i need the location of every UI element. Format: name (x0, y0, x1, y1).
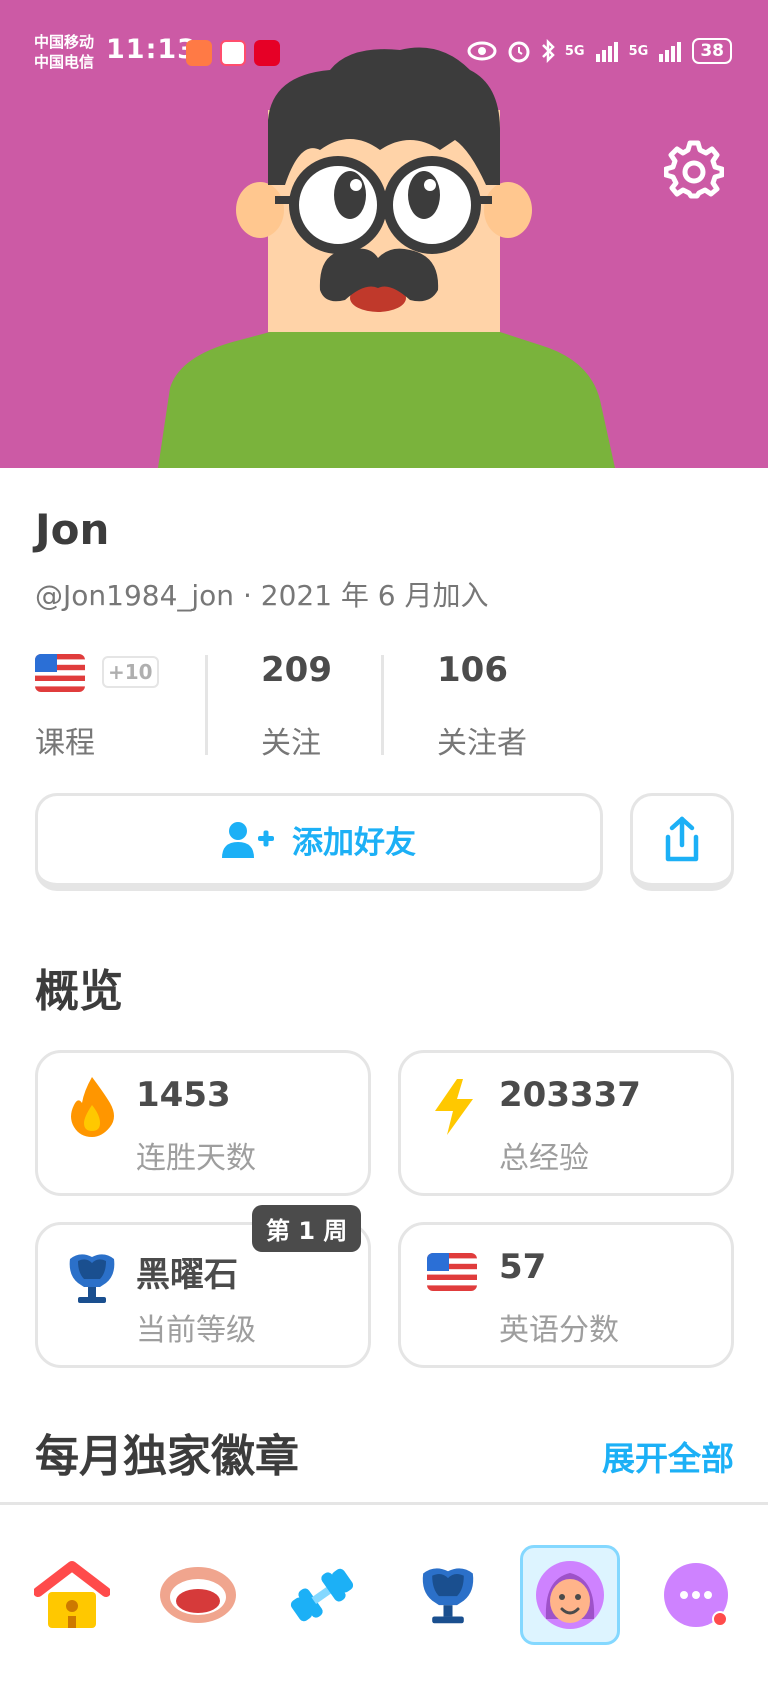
overview-title: 概览 (35, 966, 123, 1017)
share-button[interactable] (630, 793, 734, 891)
streak-label: 连胜天数 (136, 1141, 256, 1176)
us-flag-icon (427, 1253, 477, 1291)
notification-dot (712, 1611, 728, 1627)
carrier-1: 中国移动 (34, 33, 95, 51)
add-friend-label: 添加好友 (292, 825, 416, 861)
status-bar: 中国移动 中国电信 11:13 5G 5G 38 (0, 0, 768, 100)
followers-count: 106 (437, 650, 508, 690)
netease-music-icon (254, 40, 280, 66)
following-label: 关注 (261, 726, 321, 761)
followers-label: 关注者 (437, 726, 527, 761)
xp-value: 203337 (499, 1075, 641, 1115)
home-icon (34, 1561, 110, 1628)
streak-card: 1453 连胜天数 (35, 1050, 371, 1196)
profile-stats: +10 课程 209 关注 106 关注者 (35, 650, 735, 761)
league-value: 黑曜石 (136, 1255, 238, 1295)
profile-name: Jon (35, 505, 110, 554)
add-friend-button[interactable]: 添加好友 (35, 793, 603, 891)
tab-profile[interactable] (520, 1545, 620, 1645)
xp-card: 203337 总经验 (398, 1050, 734, 1196)
lightning-icon (435, 1079, 473, 1135)
network-label-1: 5G (564, 43, 585, 59)
english-score-value: 57 (499, 1247, 547, 1287)
add-user-icon (222, 821, 274, 858)
tab-speaking[interactable] (148, 1545, 248, 1645)
tab-home[interactable] (22, 1545, 122, 1645)
signal-icon-1 (595, 42, 618, 62)
fire-icon (71, 1077, 114, 1137)
stats-divider-1 (205, 655, 208, 755)
practice-icon (290, 1568, 354, 1622)
courses-extra-badge: +10 (102, 656, 159, 688)
english-score-card[interactable]: 57 英语分数 (398, 1222, 734, 1368)
xp-label: 总经验 (499, 1141, 589, 1176)
signal-icon-2 (659, 42, 682, 62)
tab-practice[interactable] (272, 1545, 372, 1645)
us-flag-icon (35, 654, 85, 692)
following-count: 209 (261, 650, 332, 690)
profile-icon (536, 1561, 604, 1629)
english-score-label: 英语分数 (499, 1313, 619, 1348)
profile-banner: 中国移动 中国电信 11:13 5G 5G 38 (0, 0, 768, 468)
tab-more[interactable] (646, 1545, 746, 1645)
bluetooth-icon (542, 39, 555, 63)
courses-label: 课程 (35, 726, 95, 761)
eye-icon (467, 41, 497, 61)
battery-indicator: 38 (692, 38, 732, 64)
status-time: 11:13 (106, 34, 197, 65)
monthly-badges-title: 每月独家徽章 (35, 1431, 299, 1482)
bottom-tab-bar (0, 1502, 768, 1681)
music-app-icon (220, 40, 246, 66)
obsidian-league-icon (69, 1254, 115, 1303)
share-icon (665, 816, 699, 861)
expand-all-link[interactable]: 展开全部 (602, 1432, 734, 1480)
settings-gear-icon[interactable] (664, 140, 724, 200)
league-label: 当前等级 (136, 1313, 256, 1348)
tab-leaderboard[interactable] (398, 1545, 498, 1645)
status-right-icons: 5G 5G 38 (467, 38, 732, 64)
profile-handle-joined: @Jon1984_jon · 2021 年 6 月加入 (35, 579, 489, 612)
network-label-2: 5G (628, 43, 649, 59)
heart-app-icon (186, 40, 212, 66)
carrier-labels: 中国移动 中国电信 (34, 32, 94, 72)
leaderboard-icon (422, 1568, 474, 1624)
league-week-badge: 第 1 周 (252, 1205, 362, 1252)
carrier-2: 中国电信 (34, 53, 95, 71)
stats-divider-2 (381, 655, 384, 755)
streak-value: 1453 (136, 1075, 231, 1115)
alarm-icon (508, 41, 530, 63)
speaking-icon (160, 1567, 236, 1623)
